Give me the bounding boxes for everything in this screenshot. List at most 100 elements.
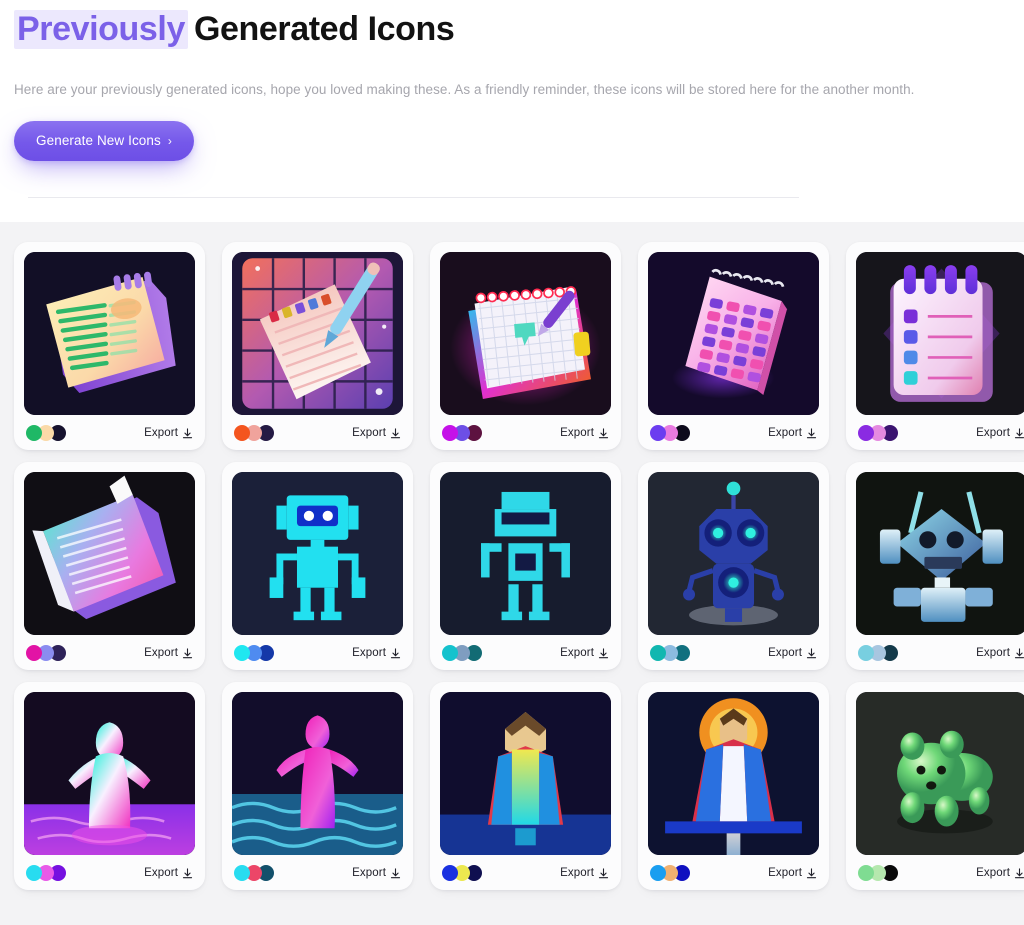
color-swatches[interactable] (650, 865, 690, 881)
page-title-highlight: Previously (14, 10, 188, 49)
icon-thumbnail-pixel-robot-blue[interactable] (440, 472, 611, 635)
color-swatch[interactable] (858, 645, 874, 661)
color-swatch[interactable] (650, 425, 666, 441)
export-button[interactable]: Export (976, 867, 1024, 879)
export-button[interactable]: Export (560, 867, 609, 879)
color-swatches[interactable] (234, 645, 274, 661)
icon-card[interactable]: Export (638, 462, 829, 670)
download-icon (390, 647, 401, 659)
icon-thumbnail-pixel-robot-cyan[interactable] (232, 472, 403, 635)
export-button[interactable]: Export (976, 647, 1024, 659)
export-label: Export (976, 867, 1010, 879)
color-swatch[interactable] (442, 425, 458, 441)
generate-new-icons-button[interactable]: Generate New Icons › (14, 121, 194, 162)
export-button[interactable]: Export (768, 867, 817, 879)
download-icon (1014, 867, 1024, 879)
color-swatch[interactable] (234, 425, 250, 441)
icon-thumbnail-neon-figure-water-pink[interactable] (232, 692, 403, 855)
export-button[interactable]: Export (768, 647, 817, 659)
page-title-rest: Generated Icons (193, 10, 455, 48)
color-swatches[interactable] (858, 425, 898, 441)
color-swatch[interactable] (234, 865, 250, 881)
icon-card-footer: Export (648, 415, 819, 442)
export-button[interactable]: Export (560, 647, 609, 659)
download-icon (598, 647, 609, 659)
color-swatches[interactable] (650, 645, 690, 661)
export-button[interactable]: Export (352, 647, 401, 659)
color-swatches[interactable] (26, 645, 66, 661)
icon-thumbnail-neon-figure-water-purple[interactable] (24, 692, 195, 855)
download-icon (182, 867, 193, 879)
color-swatch[interactable] (650, 865, 666, 881)
export-button[interactable]: Export (144, 427, 193, 439)
color-swatches[interactable] (234, 865, 274, 881)
color-swatch[interactable] (234, 645, 250, 661)
export-button[interactable]: Export (144, 647, 193, 659)
color-swatches[interactable] (858, 865, 898, 881)
icon-card[interactable]: Export (638, 682, 829, 890)
color-swatches[interactable] (26, 425, 66, 441)
export-button[interactable]: Export (976, 427, 1024, 439)
page-header: Previously Generated Icons Here are your … (0, 0, 1024, 199)
color-swatches[interactable] (650, 425, 690, 441)
icon-card[interactable]: Export (14, 682, 205, 890)
export-button[interactable]: Export (352, 867, 401, 879)
icon-card-footer: Export (856, 415, 1024, 442)
icon-thumbnail-lowpoly-figure-robe[interactable] (440, 692, 611, 855)
export-button[interactable]: Export (768, 427, 817, 439)
export-button[interactable]: Export (560, 427, 609, 439)
icon-card[interactable]: Export (222, 682, 413, 890)
color-swatch[interactable] (442, 865, 458, 881)
color-swatch[interactable] (26, 425, 42, 441)
color-swatch[interactable] (26, 645, 42, 661)
icon-thumbnail-neon-spiral-notepad[interactable] (440, 252, 611, 415)
icon-card[interactable]: Export (846, 682, 1024, 890)
icon-card[interactable]: Export (222, 242, 413, 450)
icon-thumbnail-haloed-figure-rocket[interactable] (648, 692, 819, 855)
icon-card-footer: Export (856, 855, 1024, 882)
download-icon (1014, 647, 1024, 659)
icon-thumbnail-checklist-notepad[interactable] (856, 252, 1024, 415)
color-swatches[interactable] (442, 645, 482, 661)
export-label: Export (768, 427, 802, 439)
color-swatch[interactable] (442, 645, 458, 661)
page-title: Previously Generated Icons (14, 0, 1010, 51)
export-label: Export (144, 647, 178, 659)
icon-card-footer: Export (24, 635, 195, 662)
color-swatches[interactable] (234, 425, 274, 441)
download-icon (806, 867, 817, 879)
color-swatch[interactable] (650, 645, 666, 661)
icon-card[interactable]: Export (222, 462, 413, 670)
color-swatch[interactable] (858, 865, 874, 881)
icon-thumbnail-metal-robot-head[interactable] (856, 472, 1024, 635)
icon-thumbnail-notepad-green-lines[interactable] (24, 252, 195, 415)
icon-thumbnail-rainbow-book[interactable] (24, 472, 195, 635)
icon-card[interactable]: Export (846, 242, 1024, 450)
export-label: Export (352, 427, 386, 439)
icon-card[interactable]: Export (846, 462, 1024, 670)
color-swatch[interactable] (858, 425, 874, 441)
color-swatches[interactable] (442, 425, 482, 441)
export-button[interactable]: Export (144, 867, 193, 879)
icon-thumbnail-glowing-robot[interactable] (648, 472, 819, 635)
icon-card[interactable]: Export (14, 462, 205, 670)
icon-card[interactable]: Export (430, 682, 621, 890)
export-label: Export (768, 647, 802, 659)
section-divider (28, 197, 799, 199)
icon-card[interactable]: Export (14, 242, 205, 450)
icon-card[interactable]: Export (638, 242, 829, 450)
export-button[interactable]: Export (352, 427, 401, 439)
icon-card-footer: Export (440, 415, 611, 442)
color-swatches[interactable] (442, 865, 482, 881)
color-swatch[interactable] (26, 865, 42, 881)
icon-thumbnail-green-toy-bear[interactable] (856, 692, 1024, 855)
icons-gallery: Export Export Export Export Export Expor… (0, 222, 1024, 925)
icon-card[interactable]: Export (430, 242, 621, 450)
icon-thumbnail-notepad-pen-grid[interactable] (232, 252, 403, 415)
icon-card-footer: Export (24, 855, 195, 882)
icon-thumbnail-pink-calendar-pad[interactable] (648, 252, 819, 415)
color-swatches[interactable] (26, 865, 66, 881)
icon-card[interactable]: Export (430, 462, 621, 670)
download-icon (806, 647, 817, 659)
color-swatches[interactable] (858, 645, 898, 661)
